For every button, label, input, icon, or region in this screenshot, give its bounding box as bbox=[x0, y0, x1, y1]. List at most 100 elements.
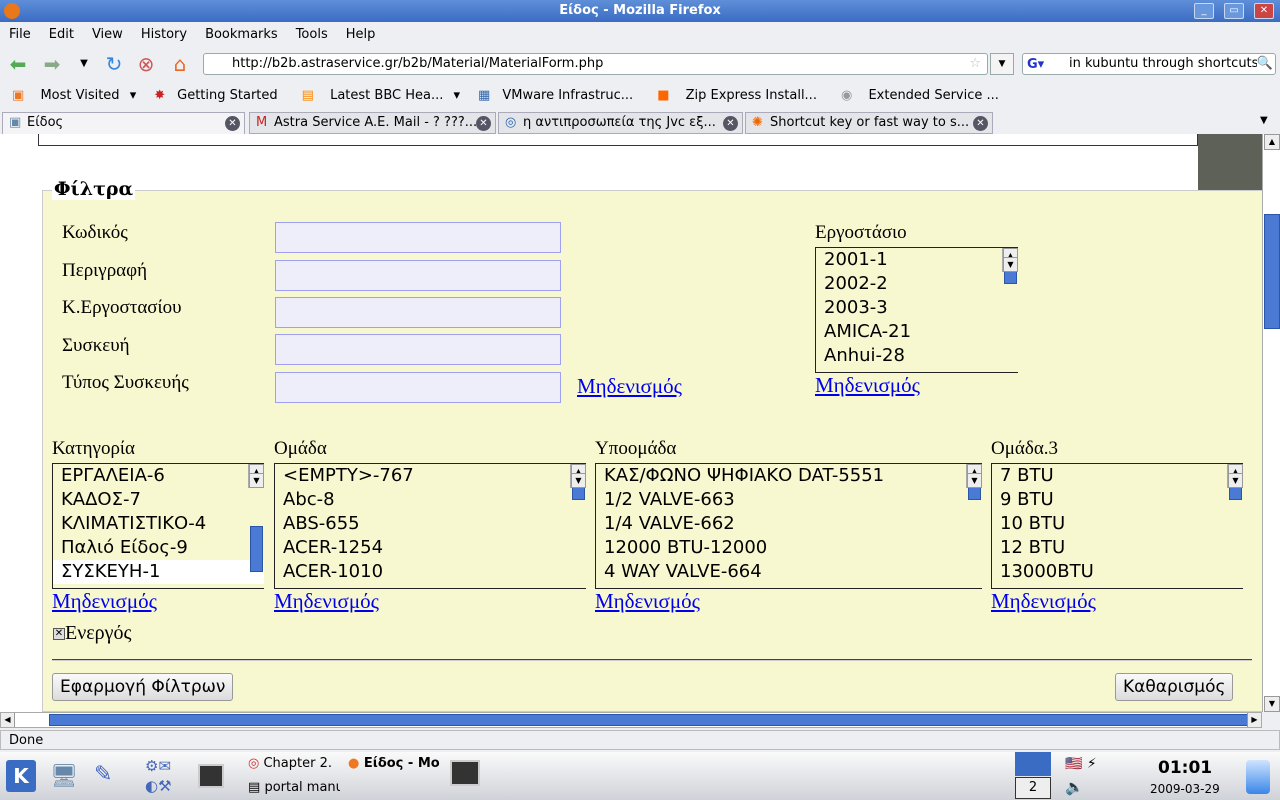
google-icon[interactable]: G▾ bbox=[1027, 55, 1044, 74]
close-tab-icon[interactable]: ✕ bbox=[476, 116, 491, 131]
scrollbar-thumb[interactable] bbox=[49, 714, 1249, 726]
tab-shortcut[interactable]: ✺ Shortcut key or fast way to s... ✕ bbox=[745, 112, 993, 134]
close-window-button[interactable]: ✕ bbox=[1254, 3, 1274, 19]
trash-icon[interactable] bbox=[1246, 760, 1270, 794]
task-portal[interactable]: ▤ portal manu bbox=[248, 780, 340, 795]
factory-reset-link[interactable]: Μηδενισμός bbox=[815, 373, 920, 398]
vertical-scrollbar[interactable]: ▲ ▼ bbox=[1262, 134, 1280, 712]
volume-icon[interactable]: 🔈 bbox=[1065, 778, 1084, 796]
list-item[interactable]: <EMPTY>-767 bbox=[275, 464, 586, 488]
close-tab-icon[interactable]: ✕ bbox=[973, 116, 988, 131]
list-item[interactable]: 9 BTU bbox=[992, 488, 1243, 512]
list-item[interactable]: ΚΑΣ/ΦΩΝΟ ΨΗΦΙΑΚΟ DAT-5551 bbox=[596, 464, 982, 488]
minimize-button[interactable]: _ bbox=[1194, 3, 1214, 19]
system-icon[interactable]: 🖥 bbox=[50, 764, 78, 789]
list-item[interactable]: ΚΑΔΟΣ-7 bbox=[53, 488, 264, 512]
subgroup-reset-link[interactable]: Μηδενισμός bbox=[595, 589, 700, 614]
list-item[interactable]: 2001-1 bbox=[816, 248, 1018, 272]
subgroup-listbox[interactable]: ΚΑΣ/ΦΩΝΟ ΨΗΦΙΑΚΟ DAT-5551 1/2 VALVE-663 … bbox=[595, 463, 982, 589]
scrollbar[interactable]: ▲ ▼ bbox=[1227, 464, 1243, 500]
factory-code-input[interactable] bbox=[275, 297, 561, 328]
history-dropdown-icon[interactable]: ▼ bbox=[72, 53, 96, 75]
bookmark-most-visited[interactable]: ▣ Most Visited ▾ bbox=[0, 85, 142, 107]
group-listbox[interactable]: <EMPTY>-767 Abc-8 ABS-655 ACER-1254 ACER… bbox=[274, 463, 586, 589]
menu-view[interactable]: View bbox=[83, 24, 132, 46]
clock-time[interactable]: 01:01 bbox=[1158, 758, 1212, 778]
list-item[interactable]: ΚΛΙΜΑΤΙΣΤΙΚΟ-4 bbox=[53, 512, 264, 536]
group-reset-link[interactable]: Μηδενισμός bbox=[274, 589, 379, 614]
menu-edit[interactable]: Edit bbox=[40, 24, 83, 46]
description-input[interactable] bbox=[275, 260, 561, 291]
list-item[interactable]: ACER-1010 bbox=[275, 560, 586, 584]
list-item[interactable]: ΕΡΓΑΛΕΙΑ-6 bbox=[53, 464, 264, 488]
scrollbar-thumb[interactable] bbox=[1264, 214, 1280, 329]
group3-reset-link[interactable]: Μηδενισμός bbox=[991, 589, 1096, 614]
tab-eidos[interactable]: ▣ Είδος ✕ bbox=[2, 112, 245, 134]
menu-file[interactable]: File bbox=[0, 24, 40, 46]
list-item[interactable]: 1/2 VALVE-663 bbox=[596, 488, 982, 512]
factory-listbox[interactable]: 2001-1 2002-2 2003-3 AMICA-21 Anhui-28 ▲… bbox=[815, 247, 1018, 373]
active-checkbox[interactable]: ✕ bbox=[53, 628, 65, 640]
reload-icon[interactable]: ↻ bbox=[102, 53, 126, 75]
bookmark-star-icon[interactable]: ☆ bbox=[969, 54, 981, 74]
scrollbar[interactable]: ▲ ▼ bbox=[248, 464, 264, 572]
search-input[interactable]: G▾ in kubuntu through shortcuts 🔍 bbox=[1022, 53, 1276, 75]
device-input[interactable] bbox=[275, 334, 561, 365]
group3-listbox[interactable]: 7 BTU 9 BTU 10 BTU 12 BTU 13000BTU ▲ ▼ bbox=[991, 463, 1243, 589]
bookmark-extended-service[interactable]: ◉ Extended Service ... bbox=[829, 85, 1011, 107]
bookmark-getting-started[interactable]: ✸ Getting Started bbox=[142, 85, 289, 107]
magnifier-icon[interactable]: 🔍 bbox=[1256, 54, 1273, 74]
list-item[interactable]: Abc-8 bbox=[275, 488, 586, 512]
list-item[interactable]: 4 WAY VALVE-664 bbox=[596, 560, 982, 584]
list-item[interactable]: 2002-2 bbox=[816, 272, 1018, 296]
tray-icons[interactable]: 🇺🇸 ⚡ bbox=[1065, 756, 1097, 772]
apply-filters-button[interactable]: Εφαρμογή Φίλτρων bbox=[52, 673, 234, 701]
list-item[interactable]: 2003-3 bbox=[816, 296, 1018, 320]
task-chapter[interactable]: ◎ Chapter 2. bbox=[248, 756, 338, 771]
home-icon[interactable]: ⌂ bbox=[168, 53, 192, 75]
bookmark-bbc[interactable]: ▤ Latest BBC Hea... ▾ bbox=[290, 85, 466, 107]
url-dropdown-icon[interactable]: ▼ bbox=[990, 53, 1014, 75]
category-listbox[interactable]: ΕΡΓΑΛΕΙΑ-6 ΚΑΔΟΣ-7 ΚΛΙΜΑΤΙΣΤΙΚΟ-4 Παλιό … bbox=[52, 463, 264, 589]
maximize-button[interactable]: ▭ bbox=[1224, 3, 1244, 19]
pager-desktop-1[interactable] bbox=[1015, 752, 1051, 776]
menu-bookmarks[interactable]: Bookmarks bbox=[196, 24, 287, 46]
list-item[interactable]: 12 BTU bbox=[992, 536, 1243, 560]
list-item[interactable]: Anhui-28 bbox=[816, 344, 1018, 368]
device-type-reset-link[interactable]: Μηδενισμός bbox=[577, 374, 682, 399]
list-item[interactable]: 7 BTU bbox=[992, 464, 1243, 488]
list-item[interactable]: Παλιό Είδος-9 bbox=[53, 536, 264, 560]
terminal-icon[interactable] bbox=[198, 764, 224, 788]
horizontal-scrollbar[interactable]: ◀ ▶ bbox=[0, 712, 1262, 728]
kde-menu-icon[interactable]: K bbox=[6, 760, 36, 792]
scrollbar[interactable]: ▲ ▼ bbox=[966, 464, 982, 500]
tab-astra-mail[interactable]: M Astra Service A.E. Mail - ? ???... ✕ bbox=[249, 112, 496, 134]
list-item[interactable]: ACER-1254 bbox=[275, 536, 586, 560]
scrollbar[interactable]: ▲ ▼ bbox=[570, 464, 586, 500]
list-item[interactable]: AMICA-21 bbox=[816, 320, 1018, 344]
tab-jvc[interactable]: ◎ η αντιπροσωπεία της Jvc εξ... ✕ bbox=[498, 112, 743, 134]
task-eidos[interactable]: ● Είδος - Mo: bbox=[348, 756, 440, 771]
menu-tools[interactable]: Tools bbox=[287, 24, 337, 46]
pager-desktop-2[interactable]: 2 bbox=[1015, 777, 1051, 799]
category-reset-link[interactable]: Μηδενισμός bbox=[52, 589, 157, 614]
list-item[interactable]: 10 BTU bbox=[992, 512, 1243, 536]
tab-list-icon[interactable]: ▼ bbox=[1260, 115, 1268, 126]
url-bar[interactable]: http://b2b.astraservice.gr/b2b/Material/… bbox=[203, 53, 988, 75]
menu-history[interactable]: History bbox=[132, 24, 196, 46]
list-item[interactable]: 12000 BTU-12000 bbox=[596, 536, 982, 560]
close-tab-icon[interactable]: ✕ bbox=[225, 116, 240, 131]
list-item[interactable]: 13000BTU bbox=[992, 560, 1243, 584]
bookmark-zip-express[interactable]: ■ Zip Express Install... bbox=[645, 85, 829, 107]
code-input[interactable] bbox=[275, 222, 561, 253]
stop-icon[interactable]: ⊗ bbox=[134, 53, 158, 75]
clear-button[interactable]: Καθαρισμός bbox=[1115, 673, 1234, 701]
list-item[interactable]: 1/4 VALVE-662 bbox=[596, 512, 982, 536]
scrollbar[interactable]: ▲ ▼ bbox=[1002, 248, 1018, 284]
show-desktop-icon[interactable]: ✎ bbox=[94, 762, 112, 787]
list-item[interactable]: ABS-655 bbox=[275, 512, 586, 536]
menu-help[interactable]: Help bbox=[337, 24, 385, 46]
device-type-input[interactable] bbox=[275, 372, 561, 403]
quicklaunch-icons[interactable]: ⚙✉ ◐⚒ bbox=[145, 756, 187, 796]
forward-arrow-icon[interactable]: ➡ bbox=[40, 53, 64, 75]
